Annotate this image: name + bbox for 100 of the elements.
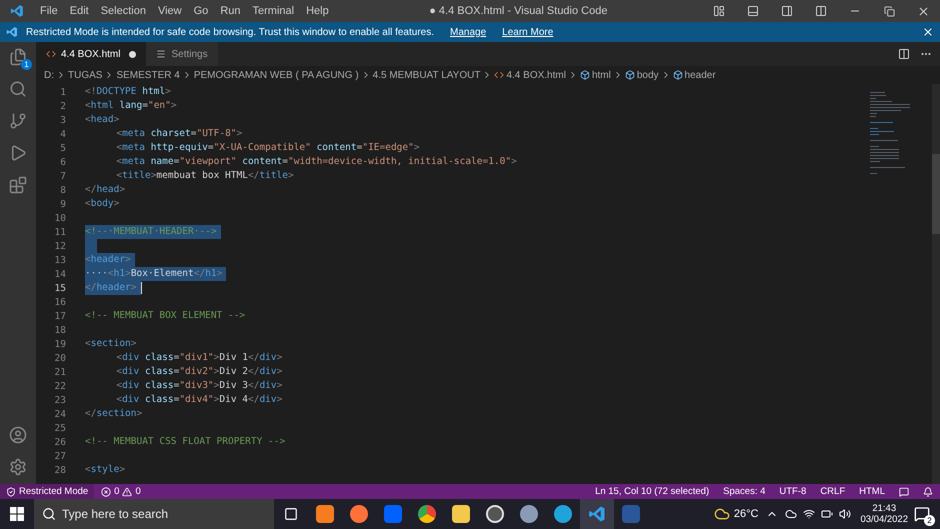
status-item[interactable]: Ln 15, Col 10 (72 selected) (588, 486, 716, 497)
notification-badge: 1 (21, 59, 32, 70)
line-number: 15 (54, 282, 67, 294)
menu-item[interactable]: Run (214, 5, 246, 17)
line-number: 5 (59, 142, 67, 154)
line-number: 8 (59, 184, 67, 196)
code-line: <!-- MEMBUAT BOX ELEMENT --> (85, 309, 246, 323)
task-view-icon[interactable] (284, 507, 298, 521)
breadcrumb-item[interactable]: D: (44, 70, 54, 80)
weather-icon[interactable] (714, 506, 730, 522)
line-number: 16 (54, 296, 67, 308)
code-line: <meta http-equiv="X-UA-Compatible" content="IE=edge"> (116, 141, 421, 155)
app-logo-icon[interactable] (588, 505, 606, 523)
breadcrumb-item[interactable]: body (636, 70, 659, 80)
line-number: 9 (59, 198, 67, 210)
clock[interactable]: 21:43 03/04/2022 (854, 503, 914, 525)
code-line: <!-- MEMBUAT CSS FLOAT PROPERTY --> (85, 435, 286, 449)
windows-logo-icon[interactable] (10, 507, 24, 521)
line-number: 7 (59, 170, 67, 182)
line-number: 17 (54, 310, 67, 322)
breadcrumb-item[interactable]: 4.4 BOX.html (506, 70, 566, 80)
taskbar-search-field[interactable]: Type here to search (34, 499, 274, 529)
editor-tab[interactable]: 4.4 BOX.html (36, 42, 146, 66)
code-line: <body> (85, 197, 120, 211)
cube-icon (672, 70, 683, 80)
banner-link[interactable]: Learn More (502, 26, 554, 38)
split-editor-icon[interactable] (898, 48, 910, 60)
close-icon[interactable] (916, 4, 930, 18)
app-icon[interactable] (316, 505, 334, 523)
line-number: 13 (54, 254, 67, 266)
code-line: <div class="div2">Div 2</div> (116, 365, 284, 379)
layout-icon[interactable] (815, 5, 827, 17)
editor-tab[interactable]: Settings (146, 42, 218, 66)
code-line: <section> (85, 337, 138, 351)
feedback-icon[interactable] (899, 486, 909, 496)
temperature[interactable]: 26°C (730, 508, 762, 520)
menu-item[interactable]: View (152, 5, 188, 17)
code-line: </head> (85, 183, 126, 197)
close-icon[interactable] (922, 26, 934, 38)
bell-icon[interactable] (923, 486, 933, 496)
branch-icon[interactable] (9, 112, 27, 130)
line-number: 27 (54, 450, 67, 462)
cube-icon (624, 70, 635, 80)
cube-icon (580, 70, 590, 80)
app-logo-icon (6, 26, 18, 38)
app-logo-icon (10, 4, 24, 18)
code-line: <meta name="viewport" content="width=device-width, initial-scale=1.0"> (116, 155, 518, 169)
banner-message: Restricted Mode is intended for safe code browsing. Trust this window to enable all features. (26, 26, 434, 38)
volume-icon[interactable] (839, 508, 852, 520)
code-line: <div class="div1">Div 1</div> (116, 351, 284, 365)
status-item[interactable]: HTML (852, 486, 892, 497)
status-item[interactable]: UTF-8 (772, 486, 814, 497)
line-number: 21 (54, 366, 67, 378)
run-icon[interactable] (9, 144, 27, 162)
banner-link[interactable]: Manage (450, 26, 486, 38)
menu-item[interactable]: Help (300, 5, 335, 17)
menu-item[interactable]: Selection (94, 5, 152, 17)
app-icon[interactable] (384, 505, 402, 523)
restore-icon[interactable] (884, 6, 894, 16)
menu-item[interactable]: Edit (64, 5, 95, 17)
disc-icon[interactable] (486, 505, 504, 523)
account-icon[interactable] (9, 426, 27, 444)
line-number: 12 (54, 240, 67, 252)
search-icon[interactable] (9, 80, 27, 98)
problems-indicator[interactable]: 0 0 (94, 486, 148, 497)
line-number: 24 (54, 408, 67, 420)
breadcrumb-item[interactable]: PEMOGRAMAN WEB ( PA AGUNG ) (194, 70, 359, 80)
code-line: <div class="div4">Div 4</div> (116, 393, 284, 407)
status-item[interactable]: CRLF (813, 486, 852, 497)
window-title: ● 4.4 BOX.html - Visual Studio Code (428, 5, 608, 17)
menu-item[interactable]: Terminal (246, 5, 300, 17)
code-line: <style> (85, 463, 126, 477)
code-line: <title>membuat box HTML</title> (116, 169, 295, 183)
code-line: <html lang="en"> (85, 99, 178, 113)
line-number: 18 (54, 324, 67, 336)
breadcrumb-item[interactable]: SEMESTER 4 (116, 70, 180, 80)
settings-list-icon (156, 49, 166, 59)
scrollbar-thumb[interactable] (932, 154, 940, 234)
panel-layout-icon[interactable] (747, 5, 759, 17)
cloud-icon[interactable] (785, 508, 798, 520)
notifications-icon[interactable] (914, 506, 930, 522)
restricted-mode-indicator[interactable]: Restricted Mode (0, 484, 94, 499)
side-panel-icon[interactable] (781, 5, 793, 17)
settings-icon[interactable] (9, 458, 27, 476)
breadcrumb-item[interactable]: header (684, 70, 716, 80)
code-line: <head> (85, 113, 120, 127)
breadcrumb-item[interactable]: TUGAS (68, 70, 102, 80)
sidebar-layout-icon[interactable] (713, 5, 725, 17)
menu-item[interactable]: Go (188, 5, 214, 17)
line-number: 1 (59, 86, 67, 98)
breadcrumb-item[interactable]: 4.5 MEMBUAT LAYOUT (372, 70, 480, 80)
line-number: 6 (59, 156, 67, 168)
code-line: <!DOCTYPE html> (85, 85, 172, 99)
notification-badge: 2 (924, 515, 935, 526)
menu-item[interactable]: File (34, 5, 64, 17)
explorer-icon[interactable] (9, 48, 27, 66)
extensions-icon[interactable] (9, 176, 27, 194)
battery-icon[interactable] (821, 508, 834, 520)
breadcrumb-item[interactable]: html (592, 70, 611, 80)
status-item[interactable]: Spaces: 4 (716, 486, 772, 497)
